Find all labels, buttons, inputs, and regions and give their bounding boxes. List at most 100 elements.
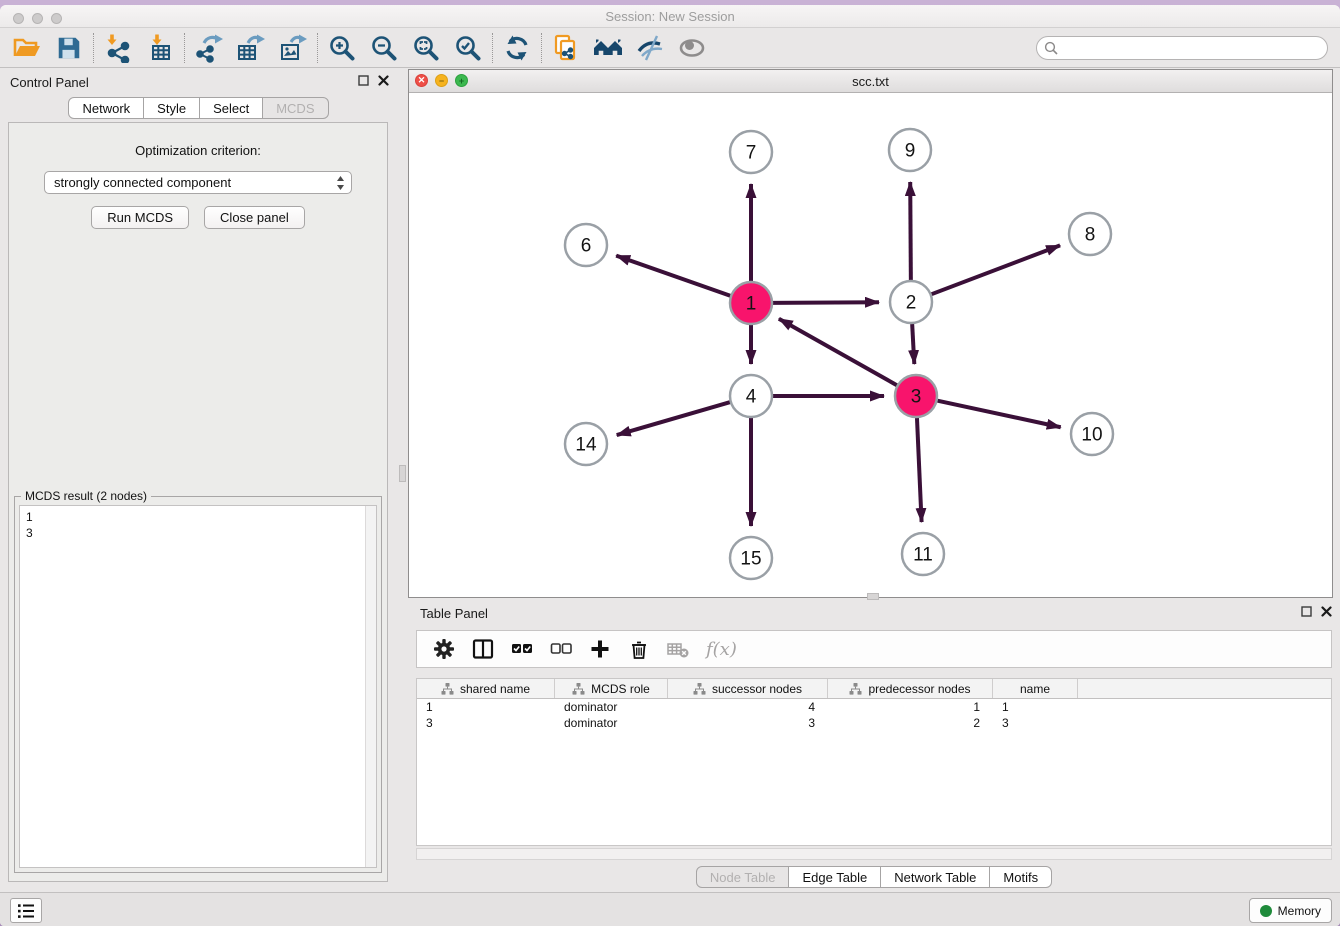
graph-edge-2-9[interactable] [910,182,911,280]
cell-successor-nodes: 3 [668,715,828,731]
zoom-selected-button[interactable] [447,31,489,65]
graph-node-1[interactable]: 1 [730,282,772,324]
graph-edge-1-6[interactable] [616,256,730,296]
tab-node-table[interactable]: Node Table [696,866,790,888]
graph-node-7[interactable]: 7 [730,131,772,173]
clone-network-button[interactable] [545,31,587,65]
column-header-predecessor-nodes[interactable]: predecessor nodes [828,679,993,698]
table-row[interactable]: 1dominator411 [417,699,1331,715]
memory-status-icon [1260,905,1272,917]
tab-select[interactable]: Select [200,97,263,119]
open-session-button[interactable] [6,31,48,65]
table-row[interactable]: 3dominator323 [417,715,1331,731]
graph-edge-3-1[interactable] [779,319,897,385]
toolbar-separator [93,33,94,63]
close-panel-button[interactable]: Close panel [204,206,305,229]
result-scrollbar[interactable] [365,506,376,867]
select-chevrons-icon [336,175,345,191]
column-header-name[interactable]: name [993,679,1078,698]
home-layout-button[interactable] [587,31,629,65]
control-panel: Control Panel NetworkStyleSelectMCDS Opt… [0,69,397,892]
result-line: 3 [26,525,376,541]
graph-edge-3-10[interactable] [938,401,1061,428]
tab-edge-table[interactable]: Edge Table [789,866,881,888]
mcds-panel: Optimization criterion: strongly connect… [8,122,388,882]
search-input[interactable] [1063,41,1313,55]
settings-gear-icon[interactable] [433,638,455,660]
column-header-successor-nodes[interactable]: successor nodes [668,679,828,698]
run-mcds-button[interactable]: Run MCDS [91,206,189,229]
tab-mcds[interactable]: MCDS [263,97,328,119]
column-header-shared-name[interactable]: shared name [417,679,555,698]
cell-shared-name: 1 [417,699,555,715]
graph-node-6[interactable]: 6 [565,224,607,266]
graph-edge-4-14[interactable] [617,402,730,435]
list-icon [16,902,36,920]
import-table-button[interactable] [139,31,181,65]
criterion-select[interactable]: strongly connected component [44,171,352,194]
graph-node-14[interactable]: 14 [565,423,607,465]
zoom-out-button[interactable] [363,31,405,65]
mcds-result-text[interactable]: 13 [19,505,377,868]
table-panel-title: Table Panel [420,606,488,621]
delete-row-icon[interactable] [628,638,650,660]
float-table-panel-icon[interactable] [1301,606,1312,617]
hide-graphics-details-button[interactable] [629,31,671,65]
select-all-icon[interactable] [511,638,533,660]
graph-node-9[interactable]: 9 [889,129,931,171]
graph-edge-2-8[interactable] [932,245,1061,294]
close-table-panel-icon[interactable] [1321,606,1332,617]
graph-node-11[interactable]: 11 [902,533,944,575]
graph-edge-1-2[interactable] [773,302,879,303]
import-table-icon [145,33,175,63]
network-window-titlebar[interactable]: ✕ − + scc.txt [409,70,1332,93]
export-image-button[interactable] [272,31,314,65]
graph-node-10[interactable]: 10 [1071,413,1113,455]
search-field[interactable] [1036,36,1328,60]
graph-node-4[interactable]: 4 [730,375,772,417]
cell-MCDS-role: dominator [555,715,668,731]
graph-node-15[interactable]: 15 [730,537,772,579]
graph-node-3[interactable]: 3 [895,375,937,417]
vertical-divider-grip[interactable] [399,465,406,482]
svg-text:10: 10 [1081,425,1102,446]
tab-network[interactable]: Network [68,97,144,119]
table-horizontal-scrollbar[interactable] [416,848,1332,860]
hierarchy-icon [693,683,706,695]
toolbar-separator [317,33,318,63]
export-table-icon [236,33,266,63]
column-header-MCDS-role[interactable]: MCDS role [555,679,668,698]
zoom-in-button[interactable] [321,31,363,65]
show-graphics-details-button[interactable] [671,31,713,65]
import-network-button[interactable] [97,31,139,65]
horizontal-divider-grip[interactable] [867,593,879,600]
export-network-button[interactable] [188,31,230,65]
refresh-button[interactable] [496,31,538,65]
network-canvas[interactable]: 1 2 3 4 6 7 8 9 10 11 14 15 [409,94,1332,597]
tab-style[interactable]: Style [144,97,200,119]
table-panel: Table Panel [408,600,1340,892]
column-selector-icon[interactable] [472,638,494,660]
mcds-result-legend: MCDS result (2 nodes) [21,489,151,503]
float-panel-icon[interactable] [358,75,369,86]
panel-list-button[interactable] [10,898,42,923]
graph-edge-3-11[interactable] [917,418,922,522]
search-icon [1044,41,1058,55]
close-panel-icon[interactable] [378,75,389,86]
tab-motifs[interactable]: Motifs [990,866,1052,888]
export-table-button[interactable] [230,31,272,65]
graph-node-8[interactable]: 8 [1069,213,1111,255]
control-panel-title: Control Panel [10,75,89,90]
svg-text:14: 14 [575,435,597,456]
memory-button[interactable]: Memory [1249,898,1332,923]
svg-text:3: 3 [911,387,922,408]
zoom-selected-icon [454,34,482,62]
svg-text:1: 1 [746,294,757,315]
deselect-all-icon[interactable] [550,638,572,660]
add-row-icon[interactable] [589,638,611,660]
tab-network-table[interactable]: Network Table [881,866,990,888]
zoom-fit-button[interactable] [405,31,447,65]
graph-node-2[interactable]: 2 [890,281,932,323]
graph-edge-2-3[interactable] [912,324,914,364]
save-session-button[interactable] [48,31,90,65]
